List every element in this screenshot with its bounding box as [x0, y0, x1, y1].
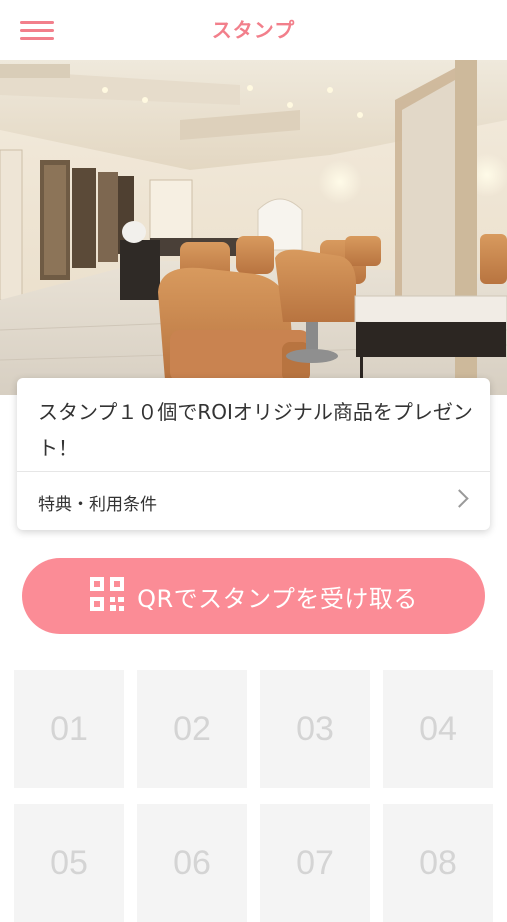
stamp-number: 08: [419, 843, 457, 882]
stamp-slot: 07: [260, 804, 370, 922]
stamp-number: 06: [173, 843, 211, 882]
qr-stamp-button[interactable]: QRでスタンプを受け取る: [22, 558, 485, 634]
campaign-card: スタンプ１０個でROIオリジナル商品をプレゼント！ 特典・利用条件: [17, 378, 490, 530]
stamp-number: 05: [50, 843, 88, 882]
stamp-number: 02: [173, 709, 211, 748]
hero-image: [0, 60, 507, 395]
terms-link-label: 特典・利用条件: [38, 495, 157, 515]
qr-button-label: QRでスタンプを受け取る: [137, 584, 418, 613]
stamp-slot: 01: [14, 670, 124, 788]
stamp-slot: 03: [260, 670, 370, 788]
stamp-number: 01: [50, 709, 88, 748]
stamp-slot: 02: [137, 670, 247, 788]
stamp-number: 04: [419, 709, 457, 748]
stamp-slot: 04: [383, 670, 493, 788]
stamp-number: 03: [296, 709, 334, 748]
stamp-slot: 08: [383, 804, 493, 922]
stamp-number: 07: [296, 843, 334, 882]
stamp-slot: 05: [14, 804, 124, 922]
chevron-right-icon: [450, 489, 469, 508]
page-title: スタンプ: [211, 18, 296, 42]
qr-code-icon: [89, 576, 125, 616]
stamp-slot: 06: [137, 804, 247, 922]
terms-link[interactable]: 特典・利用条件: [17, 472, 490, 530]
app-header: スタンプ: [0, 0, 507, 60]
campaign-title: スタンプ１０個でROIオリジナル商品をプレゼント！: [38, 400, 473, 460]
